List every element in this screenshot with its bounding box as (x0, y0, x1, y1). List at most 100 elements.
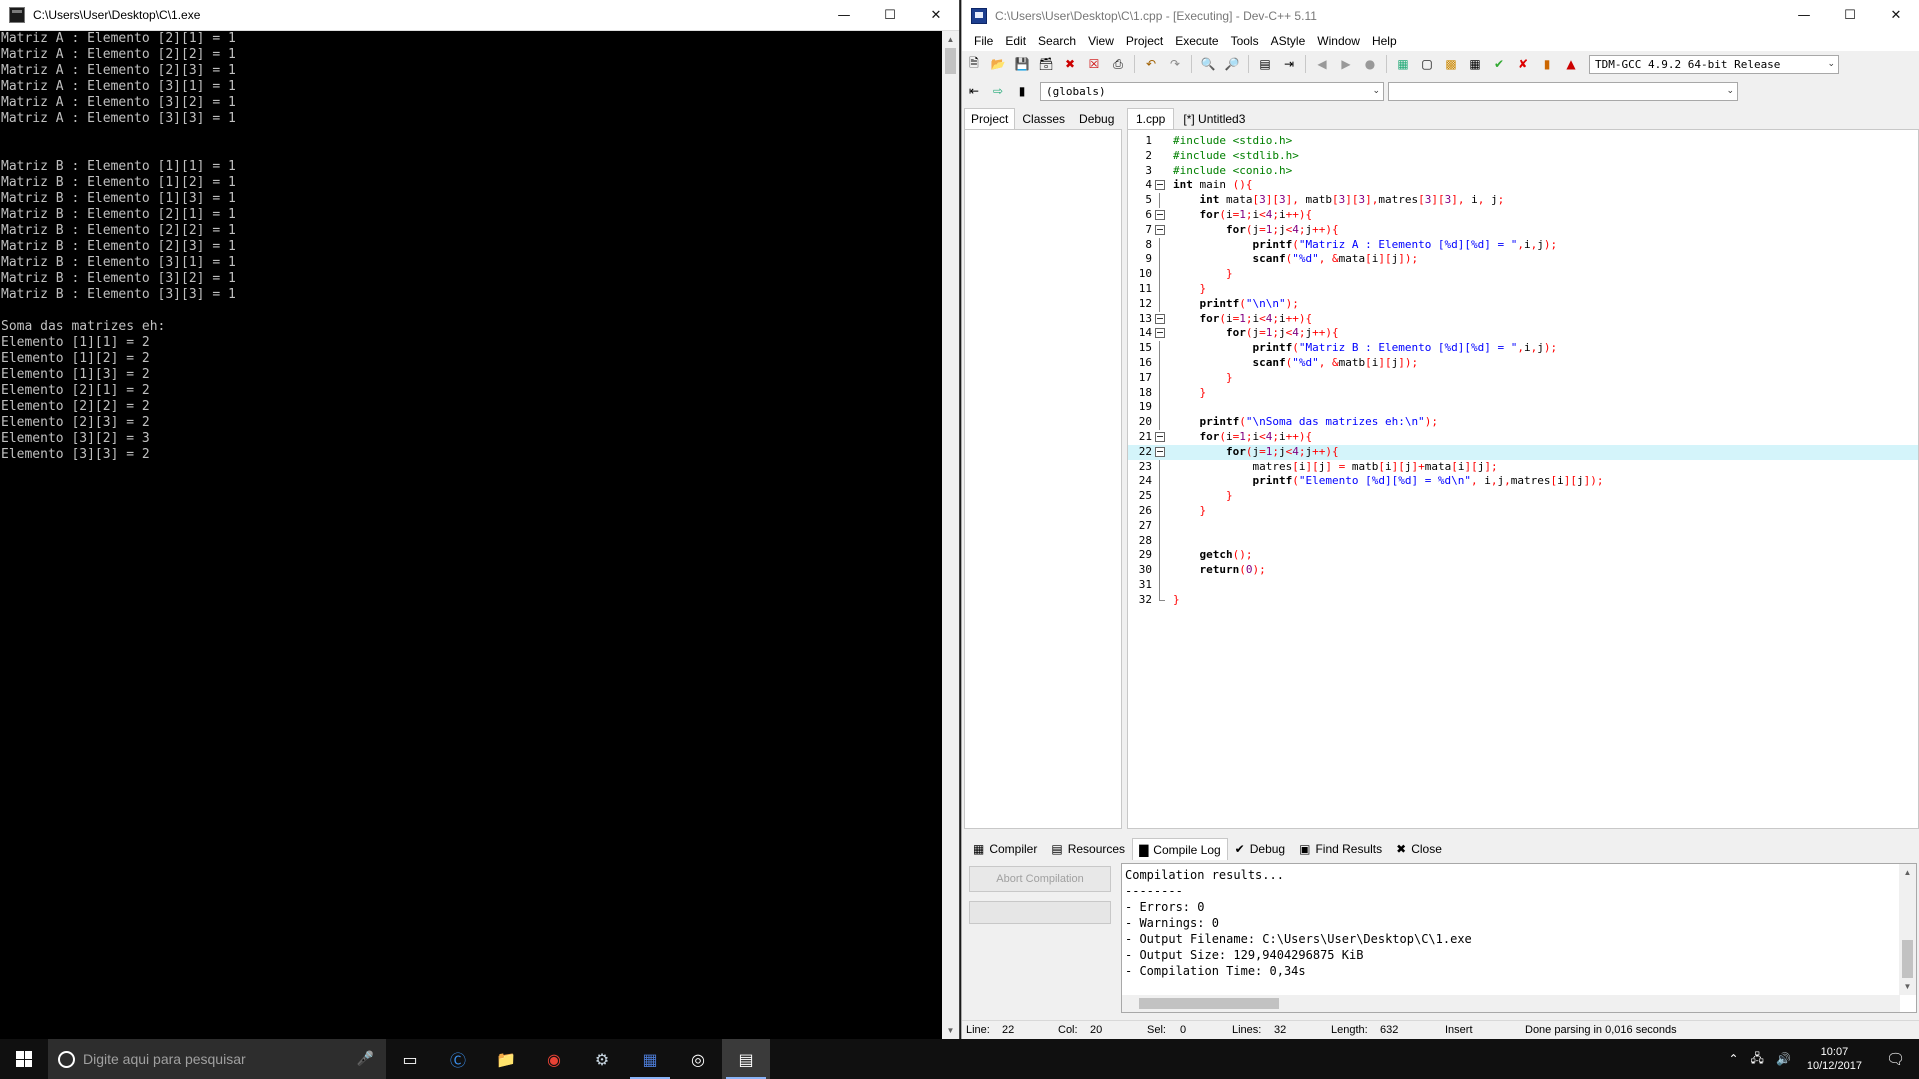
scroll-thumb[interactable] (1139, 998, 1279, 1009)
code-line[interactable]: 8 printf("Matriz A : Elemento [%d][%d] =… (1128, 237, 1918, 253)
profile-icon[interactable]: ▮ (1537, 54, 1557, 74)
code-line[interactable]: 4 int main (){ (1128, 178, 1918, 193)
fold-toggle-icon[interactable] (1155, 446, 1165, 457)
code-line[interactable]: 23 matres[i][j] = matb[i][j]+mata[i][j]; (1128, 459, 1918, 475)
close-button[interactable]: ✕ (913, 0, 959, 30)
code-line[interactable]: 31 (1128, 577, 1918, 593)
debug-icon[interactable]: ▲ (1561, 54, 1581, 74)
start-button[interactable] (0, 1039, 48, 1079)
code-line[interactable]: 1 #include <stdio.h> (1128, 134, 1918, 149)
fold-toggle-icon[interactable] (1155, 328, 1165, 339)
microphone-icon[interactable]: 🎤 (357, 1051, 374, 1067)
compile-icon[interactable]: ▦ (1393, 54, 1413, 74)
code-line[interactable]: 21 for(i=1;i<4;i++){ (1128, 430, 1918, 445)
editor-tab-untitled3[interactable]: [*] Untitled3 (1174, 108, 1254, 130)
open-file-icon[interactable]: 📂 (988, 54, 1008, 74)
code-line[interactable]: 17 } (1128, 370, 1918, 386)
code-line[interactable]: 25 } (1128, 489, 1918, 505)
save-all-icon[interactable]: 🗃 (1036, 54, 1056, 74)
console-window[interactable]: C:\Users\User\Desktop\C\1.exe — ☐ ✕ Matr… (0, 0, 960, 1039)
compiler-select[interactable]: TDM-GCC 4.9.2 64-bit Release ⌄ (1589, 54, 1839, 74)
fold-toggle-icon[interactable] (1155, 313, 1165, 324)
bottom-tab-find-results[interactable]: ▣ Find Results (1292, 838, 1389, 860)
network-icon[interactable]: 🖧 (1745, 1049, 1770, 1070)
comment-icon[interactable]: ▤ (1255, 54, 1275, 74)
code-line[interactable]: 11 } (1128, 281, 1918, 297)
close-button[interactable]: ✕ (1873, 0, 1919, 31)
console-titlebar[interactable]: C:\Users\User\Desktop\C\1.exe — ☐ ✕ (0, 0, 959, 31)
menu-astyle[interactable]: AStyle (1265, 34, 1312, 48)
new-file-icon[interactable]: 🗎 (964, 54, 984, 74)
code-line[interactable]: 9 scanf("%d", &mata[i][j]); (1128, 252, 1918, 268)
menu-search[interactable]: Search (1032, 34, 1082, 48)
code-line[interactable]: 29 getch(); (1128, 548, 1918, 564)
menu-execute[interactable]: Execute (1169, 34, 1224, 48)
file-explorer-icon[interactable]: 📁 (482, 1039, 530, 1079)
project-panel[interactable] (964, 129, 1122, 829)
code-line[interactable]: 15 printf("Matriz B : Elemento [%d][%d] … (1128, 341, 1918, 357)
tab-project[interactable]: Project (964, 108, 1016, 130)
compile-log-panel[interactable]: Compilation results... -------- - Errors… (1121, 863, 1917, 1013)
undo-icon[interactable]: ↶ (1141, 54, 1161, 74)
compile-run-icon[interactable]: ▩ (1441, 54, 1461, 74)
find-icon[interactable]: 🔍 (1198, 54, 1218, 74)
scroll-up-arrow[interactable]: ▲ (942, 31, 959, 48)
tab-debug[interactable]: Debug (1072, 108, 1121, 130)
menu-file[interactable]: File (968, 34, 999, 48)
console-scrollbar[interactable]: ▲ ▼ (942, 31, 959, 1039)
goto-line-icon[interactable]: ⇥ (1279, 54, 1299, 74)
notifications-icon[interactable]: 🗨 (1872, 1050, 1919, 1068)
code-line[interactable]: 28 (1128, 533, 1918, 549)
code-line[interactable]: 32} (1128, 592, 1918, 608)
scroll-down-arrow[interactable]: ▼ (942, 1022, 959, 1039)
back-icon[interactable]: ◀ (1312, 54, 1332, 74)
menu-edit[interactable]: Edit (999, 34, 1032, 48)
scope-select[interactable]: (globals) ⌄ (1040, 81, 1384, 101)
devcpp-icon[interactable]: ▦ (626, 1039, 674, 1079)
clock[interactable]: 10:07 10/12/2017 (1797, 1045, 1872, 1073)
scroll-thumb[interactable] (945, 48, 956, 74)
stop-icon[interactable]: ● (1360, 54, 1380, 74)
bottom-tab-debug[interactable]: ✔ Debug (1228, 838, 1292, 860)
code-line[interactable]: 16 scanf("%d", &matb[i][j]); (1128, 355, 1918, 371)
scroll-up-arrow[interactable]: ▲ (1899, 864, 1916, 881)
ide-titlebar[interactable]: C:\Users\User\Desktop\C\1.cpp - [Executi… (962, 0, 1919, 31)
code-line[interactable]: 26 } (1128, 503, 1918, 519)
code-line[interactable]: 22 for(j=1;j<4;j++){ (1128, 444, 1918, 460)
save-icon[interactable]: 💾 (1012, 54, 1032, 74)
code-line[interactable]: 3 #include <conio.h> (1128, 164, 1918, 179)
close-file-icon[interactable]: ✖ (1060, 54, 1080, 74)
bottom-tab-compiler[interactable]: ▦ Compiler (966, 838, 1044, 860)
console-icon[interactable]: ▤ (722, 1039, 770, 1079)
code-line[interactable]: 2 #include <stdlib.h> (1128, 149, 1918, 164)
code-line[interactable]: 5 int mata[3][3], matb[3][3],matres[3][3… (1128, 193, 1918, 209)
print-icon[interactable]: ⎙ (1108, 54, 1128, 74)
minimize-button[interactable]: — (821, 0, 867, 30)
rebuild-icon[interactable]: ▦ (1465, 54, 1485, 74)
code-line[interactable]: 20 printf("\nSoma das matrizes eh:\n"); (1128, 415, 1918, 431)
code-editor[interactable]: 1 #include <stdio.h> 2 #include <stdlib.h> 3… (1127, 129, 1919, 829)
code-line[interactable]: 24 printf("Elemento [%d][%d] = %d\n", i,… (1128, 474, 1918, 490)
code-line[interactable]: 6 for(i=1;i<4;i++){ (1128, 208, 1918, 223)
menu-help[interactable]: Help (1366, 34, 1403, 48)
menu-tools[interactable]: Tools (1225, 34, 1265, 48)
bottom-tab-close[interactable]: ✖ Close (1389, 838, 1449, 860)
close-all-icon[interactable]: ☒ (1084, 54, 1104, 74)
stop-execution-icon[interactable]: ✘ (1513, 54, 1533, 74)
code-line[interactable]: 10 } (1128, 267, 1918, 283)
chevron-up-icon[interactable]: ⌃ (1722, 1052, 1744, 1066)
log-vertical-scrollbar[interactable]: ▲ ▼ (1899, 864, 1916, 995)
fold-toggle-icon[interactable] (1155, 180, 1165, 191)
code-line[interactable]: 19 (1128, 400, 1918, 416)
menu-window[interactable]: Window (1311, 34, 1366, 48)
task-view-icon[interactable]: ▭ (386, 1039, 434, 1079)
bottom-tab-compile-log[interactable]: ▇ Compile Log (1132, 838, 1228, 860)
steam-icon[interactable]: ⚙ (578, 1039, 626, 1079)
code-line[interactable]: 30 return(0); (1128, 563, 1918, 579)
volume-icon[interactable]: 🔊 (1770, 1052, 1797, 1066)
replace-icon[interactable]: 🔎 (1222, 54, 1242, 74)
maximize-button[interactable]: ☐ (1827, 0, 1873, 31)
bottom-tab-resources[interactable]: ▤ Resources (1044, 838, 1132, 860)
editor-tab-1-cpp[interactable]: 1.cpp (1127, 108, 1175, 130)
minimize-button[interactable]: — (1781, 0, 1827, 31)
